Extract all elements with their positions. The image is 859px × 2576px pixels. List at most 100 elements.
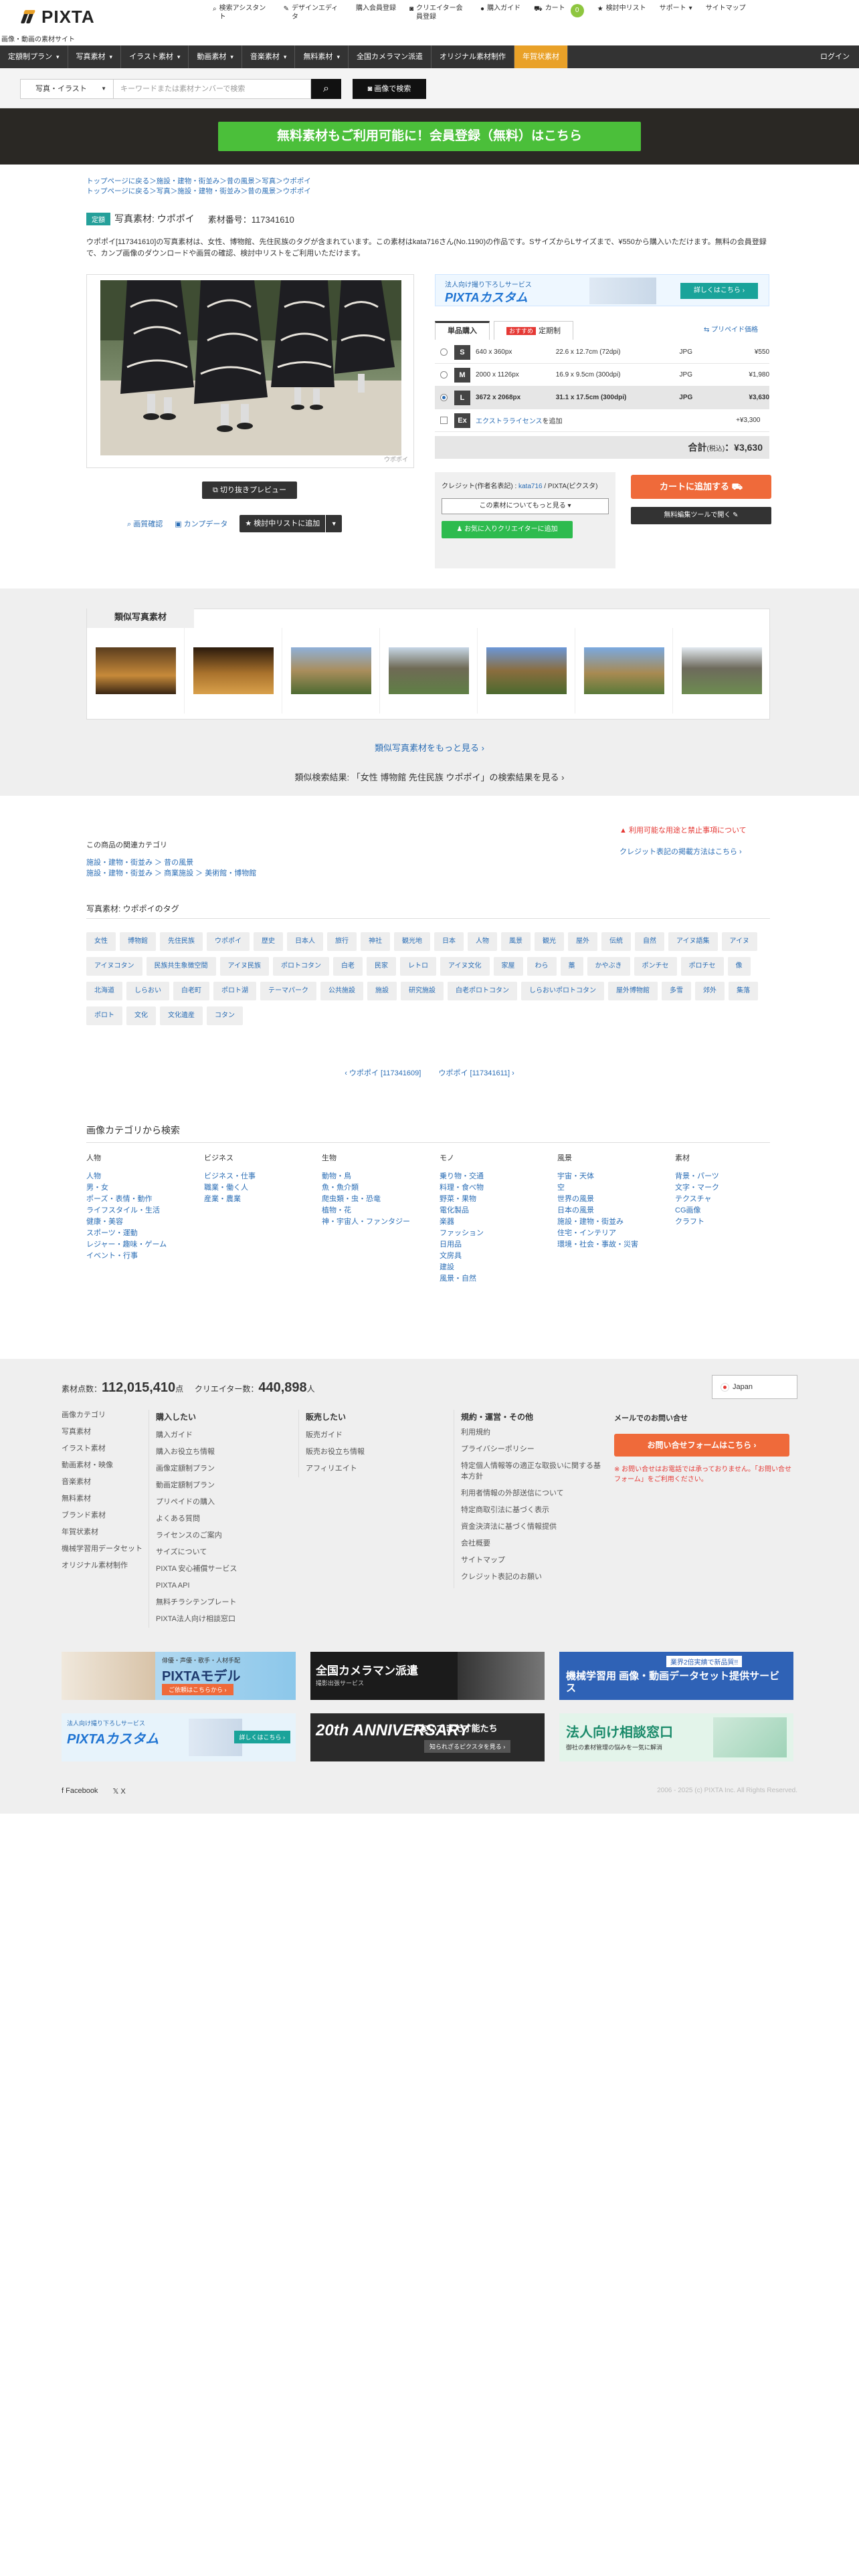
category-link[interactable]: 空 — [557, 1182, 675, 1194]
main-nav-item[interactable]: 音楽素材 ▾ — [242, 45, 296, 68]
category-link[interactable]: 魚・魚介類 — [322, 1182, 440, 1194]
footer-link[interactable]: よくある質問 — [156, 1511, 237, 1527]
prev-item-link[interactable]: ‹ ウポポイ [117341609] — [345, 1069, 421, 1077]
footer-link[interactable]: 画像定額制プラン — [156, 1461, 237, 1477]
comp-data-link[interactable]: ▣ カンプデータ — [175, 518, 227, 529]
tag-item[interactable]: 日本 — [434, 932, 464, 951]
tag-item[interactable]: 自然 — [635, 932, 664, 951]
footer-link[interactable]: 資金決済法に基づく情報提供 — [461, 1521, 601, 1532]
tag-item[interactable]: ポロト湖 — [213, 982, 256, 1000]
tag-item[interactable]: 郊外 — [695, 982, 725, 1000]
footer-link[interactable]: PIXTA法人向け相談窓口 — [156, 1611, 237, 1628]
footer-link[interactable]: PIXTA 安心補償サービス — [156, 1561, 237, 1578]
main-nav-item[interactable]: 全国カメラマン派遣 — [349, 45, 432, 68]
top-nav-search[interactable]: ⌕ 検索アシスタント — [206, 4, 277, 21]
footer-link[interactable]: イラスト素材 — [62, 1440, 142, 1457]
footer-link[interactable]: 利用者情報の外部送信について — [461, 1488, 601, 1499]
footer-link[interactable]: 無料チラシテンプレート — [156, 1594, 237, 1611]
tag-item[interactable]: 北海道 — [86, 982, 122, 1000]
add-to-list-button[interactable]: ★ 検討中リストに追加 — [240, 515, 326, 532]
category-link[interactable]: 文字・マーク — [675, 1182, 793, 1194]
similar-thumb[interactable] — [87, 628, 185, 714]
facebook-link[interactable]: f Facebook — [62, 1787, 98, 1796]
tag-item[interactable]: 女性 — [86, 932, 116, 951]
tab-plan[interactable]: おすすめ 定期制 — [494, 321, 574, 340]
tag-item[interactable]: テーマパーク — [260, 982, 316, 1000]
ad-button[interactable]: 知られざるピクスタを見る › — [424, 1740, 511, 1753]
top-nav-star[interactable]: ★ 検討中リスト — [591, 4, 653, 21]
tag-item[interactable]: アイヌ — [721, 932, 757, 951]
category-link[interactable]: 電化製品 — [440, 1205, 557, 1216]
tag-item[interactable]: 伝統 — [601, 932, 631, 951]
size-radio[interactable] — [440, 371, 448, 379]
search-button[interactable]: ⌕ — [311, 79, 341, 99]
category-link[interactable]: CG画像 — [675, 1205, 793, 1216]
tag-item[interactable]: ポロトコタン — [273, 957, 329, 976]
similar-thumb[interactable] — [575, 628, 673, 714]
tag-item[interactable]: 観光地 — [394, 932, 430, 951]
related-link[interactable]: 施設・建物・街並み ＞ 昔の風景 — [86, 857, 256, 868]
tag-item[interactable]: ポロト — [86, 1006, 122, 1025]
tag-item[interactable]: ウポポイ — [207, 932, 250, 951]
search-input[interactable]: キーワードまたは素材ナンバーで検索 — [114, 79, 311, 99]
contact-form-button[interactable]: お問い合せフォームはこちら › — [614, 1434, 789, 1457]
edit-tool-button[interactable]: 無料編集ツールで開く ✎ — [631, 507, 771, 524]
category-link[interactable]: 料理・食べ物 — [440, 1182, 557, 1194]
tag-item[interactable]: アイヌ文化 — [440, 957, 490, 976]
footer-link[interactable]: 動画定額制プラン — [156, 1477, 237, 1494]
tag-item[interactable]: 白老 — [333, 957, 363, 976]
tag-item[interactable]: アイヌ民族 — [219, 957, 269, 976]
tag-item[interactable]: わら — [527, 957, 557, 976]
category-link[interactable]: 背景・パーツ — [675, 1171, 793, 1182]
top-nav-camera[interactable]: ◙ クリエイター会員登録 — [403, 4, 474, 21]
category-link[interactable]: 動物・鳥 — [322, 1171, 440, 1182]
tag-item[interactable]: ポンチセ — [634, 957, 677, 976]
footer-link[interactable]: アフィリエイト — [306, 1461, 365, 1477]
ad-anniversary[interactable]: 20th ANNIVERSARY つないできた才能たち 知られざるピクスタを見る… — [310, 1713, 545, 1761]
tag-item[interactable]: 神社 — [361, 932, 390, 951]
footer-link[interactable]: 機械学習用データセット — [62, 1541, 142, 1558]
category-link[interactable]: クラフト — [675, 1216, 793, 1228]
tag-item[interactable]: 公共施設 — [320, 982, 363, 1000]
ad-pixta-model[interactable]: 俳優・声優・歌手・人材手配 PIXTAモデル ご依頼はこちらから › — [62, 1652, 296, 1700]
x-link[interactable]: 𝕏 X — [112, 1787, 125, 1796]
breadcrumb-line[interactable]: トップページに戻る＞施設・建物・街並み＞昔の風景＞写真＞ウポポイ — [86, 177, 311, 187]
category-link[interactable]: 楽器 — [440, 1216, 557, 1228]
tag-item[interactable]: 研究施設 — [401, 982, 444, 1000]
tag-item[interactable]: 屋外 — [568, 932, 597, 951]
category-link[interactable]: 職業・働く人 — [204, 1182, 322, 1194]
tag-item[interactable]: 藁 — [560, 957, 583, 976]
ad-consult[interactable]: 法人向け相談窓口 御社の素材管理の悩みを一気に解消 — [559, 1713, 793, 1761]
tag-item[interactable]: 像 — [727, 957, 751, 976]
tag-item[interactable]: 歴史 — [254, 932, 283, 951]
extra-license-checkbox[interactable] — [440, 417, 448, 424]
usage-warning-link[interactable]: ▲ 利用可能な用途と禁止事項について — [619, 825, 747, 836]
custom-banner-button[interactable]: 詳しくはこちら › — [680, 283, 758, 299]
category-link[interactable]: ライフスタイル・生活 — [86, 1205, 204, 1216]
footer-link[interactable]: 購入お役立ち情報 — [156, 1444, 237, 1461]
pixta-logo[interactable]: PIXTA — [20, 7, 95, 27]
top-nav-support[interactable]: サポート ▾ — [653, 4, 699, 21]
category-link[interactable]: 爬虫類・虫・恐竜 — [322, 1194, 440, 1205]
ad-cameraman[interactable]: 全国カメラマン派遣 撮影出張サービス — [310, 1652, 545, 1700]
footer-link[interactable]: 音楽素材 — [62, 1474, 142, 1491]
category-link[interactable]: 建設 — [440, 1262, 557, 1273]
category-link[interactable]: 住宅・インテリア — [557, 1228, 675, 1239]
similar-thumb[interactable] — [478, 628, 575, 714]
tag-item[interactable]: レトロ — [400, 957, 436, 976]
footer-link[interactable]: ライセンスのご案内 — [156, 1527, 237, 1544]
tag-item[interactable]: コタン — [207, 1006, 243, 1025]
pixta-custom-banner[interactable]: 法人向け撮り下ろしサービス PIXTAカスタム 詳しくはこちら › — [435, 274, 769, 306]
main-nav-item[interactable]: オリジナル素材制作 — [432, 45, 514, 68]
main-nav-item[interactable]: 年賀状素材 — [514, 45, 568, 68]
category-link[interactable]: ビジネス・仕事 — [204, 1171, 322, 1182]
tag-item[interactable]: 人物 — [468, 932, 497, 951]
category-link[interactable]: 環境・社会・事故・災害 — [557, 1239, 675, 1251]
category-link[interactable]: 産業・農業 — [204, 1194, 322, 1205]
favorite-creator-button[interactable]: ♟ お気に入りクリエイターに追加 — [442, 521, 573, 538]
footer-link[interactable]: 利用規約 — [461, 1427, 601, 1438]
tag-item[interactable]: 観光 — [535, 932, 564, 951]
category-link[interactable]: レジャー・趣味・ゲーム — [86, 1239, 204, 1251]
country-selector[interactable]: Japan — [712, 1375, 797, 1399]
add-to-cart-button[interactable]: カートに追加する ⛟ — [631, 475, 771, 499]
